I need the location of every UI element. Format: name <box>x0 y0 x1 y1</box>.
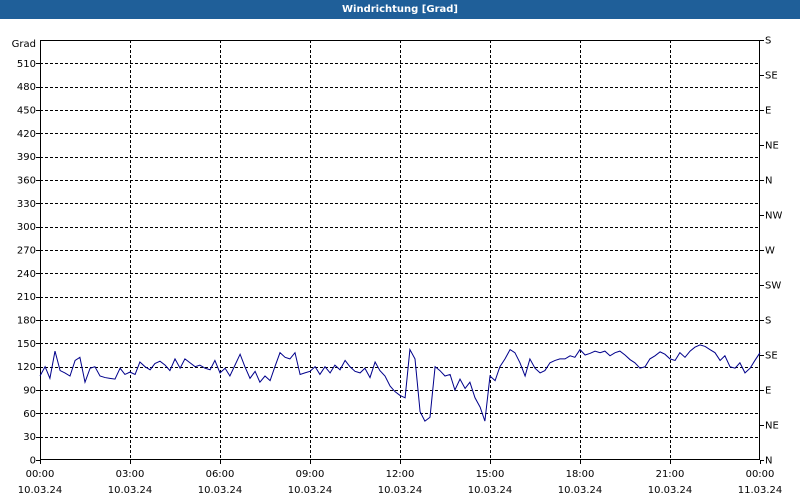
y-tick-label: 300 <box>17 222 36 233</box>
right-tick-label: N <box>765 456 772 467</box>
right-tick-label: NW <box>765 211 782 222</box>
y-tick-label: 420 <box>17 129 36 140</box>
x-tick-time-label: 06:00 <box>206 469 235 480</box>
x-tick-date-label: 10.03.24 <box>198 485 243 496</box>
x-tick-time-label: 12:00 <box>386 469 415 480</box>
y-tick-label: 90 <box>23 386 36 397</box>
right-tick-label: NE <box>765 421 779 432</box>
right-tick-label: S <box>765 36 771 47</box>
right-tick-label: E <box>765 106 771 117</box>
right-axis-ticks: N NE E SE S SW W NW N NE E SE S <box>760 36 782 467</box>
y-axis-label: Grad <box>12 39 36 50</box>
y-axis-ticks: 0 30 60 90 120 150 180 210 240 270 300 330 360 390 420… <box>17 59 40 467</box>
x-tick-date-label: 10.03.24 <box>558 485 603 496</box>
x-tick-time-label: 00:00 <box>26 469 55 480</box>
x-tick-date-label: 10.03.24 <box>18 485 63 496</box>
x-tick-date-label: 10.03.24 <box>288 485 333 496</box>
x-tick-date-label: 11.03.24 <box>738 485 783 496</box>
y-tick-label: 390 <box>17 152 36 163</box>
y-tick-label: 180 <box>17 316 36 327</box>
x-tick-time-label: 00:00 <box>746 469 775 480</box>
x-tick-date-label: 10.03.24 <box>108 485 153 496</box>
y-tick-label: 30 <box>23 432 36 443</box>
right-tick-label: SE <box>765 351 778 362</box>
y-tick-label: 150 <box>17 339 36 350</box>
right-tick-label: E <box>765 386 771 397</box>
window-title: Windrichtung [Grad] <box>0 0 800 19</box>
y-tick-label: 360 <box>17 176 36 187</box>
right-tick-label: NE <box>765 141 779 152</box>
y-tick-label: 510 <box>17 59 36 70</box>
x-tick-date-label: 10.03.24 <box>648 485 693 496</box>
x-tick-time-label: 03:00 <box>116 469 145 480</box>
right-tick-label: SE <box>765 71 778 82</box>
y-tick-label: 450 <box>17 106 36 117</box>
right-tick-label: N <box>765 176 772 187</box>
x-tick-time-label: 21:00 <box>656 469 685 480</box>
y-tick-label: 120 <box>17 362 36 373</box>
right-tick-label: SW <box>765 281 781 292</box>
y-tick-label: 330 <box>17 199 36 210</box>
x-tick-time-label: 18:00 <box>566 469 595 480</box>
y-tick-label: 480 <box>17 82 36 93</box>
x-axis-ticks: 00:00 10.03.24 03:00 10.03.24 06:00 10.03.24 0… <box>18 460 783 496</box>
x-tick-date-label: 10.03.24 <box>378 485 423 496</box>
grid-lines <box>40 40 760 460</box>
line-chart: 0 30 60 90 120 150 180 210 240 270 300 330 360 390 420… <box>12 36 783 497</box>
x-tick-time-label: 09:00 <box>296 469 325 480</box>
x-tick-date-label: 10.03.24 <box>468 485 513 496</box>
right-tick-label: S <box>765 316 771 327</box>
y-tick-label: 60 <box>23 409 36 420</box>
y-tick-label: 240 <box>17 269 36 280</box>
y-tick-label: 210 <box>17 292 36 303</box>
y-tick-label: 270 <box>17 246 36 257</box>
right-tick-label: W <box>765 246 775 257</box>
x-tick-time-label: 15:00 <box>476 469 505 480</box>
y-tick-label: 0 <box>30 456 36 467</box>
